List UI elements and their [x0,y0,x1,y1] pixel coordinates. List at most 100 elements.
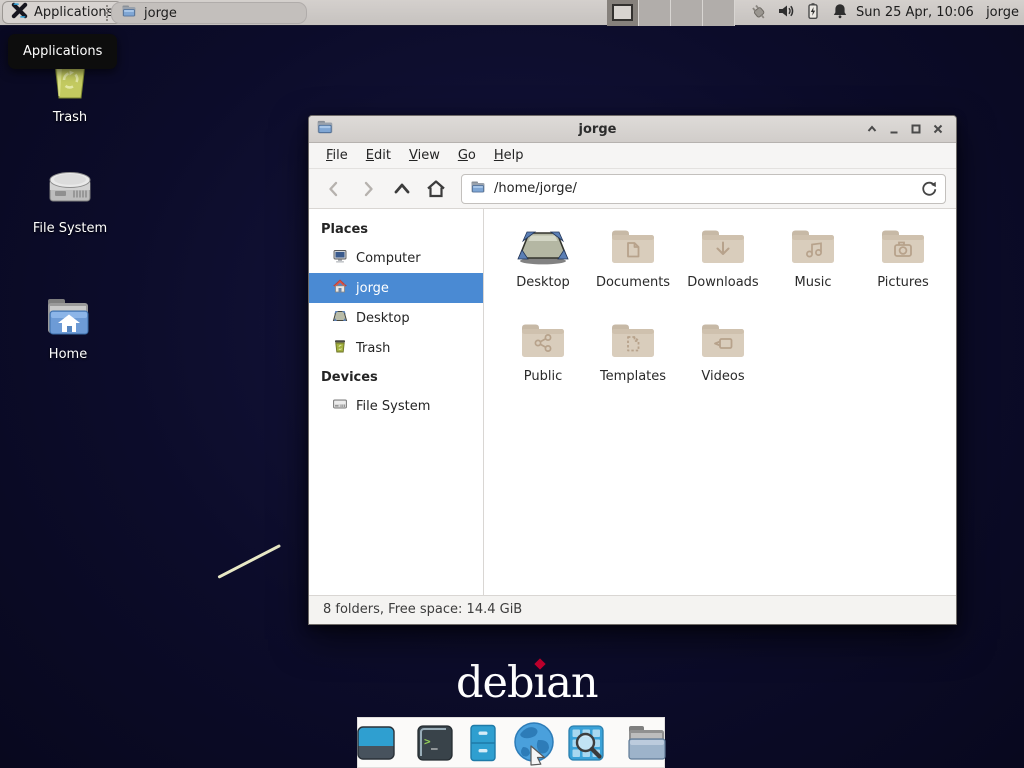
svg-text:>: > [424,735,431,748]
network-icon[interactable] [748,1,768,25]
sidebar: Places Computer [309,209,484,595]
menu-file[interactable]: File [317,144,357,167]
folder-tile-downloads[interactable]: Downloads [678,225,768,319]
pictures-folder-icon [879,225,927,271]
folder-tile-documents[interactable]: Documents [588,225,678,319]
minimize-button[interactable] [883,119,905,139]
menubar: File Edit View Go Help [309,143,956,169]
applications-tooltip: Applications [8,34,117,69]
desktop-line-artifact [217,544,280,578]
desktop-icon-home[interactable]: Home [16,296,120,362]
home-button[interactable] [421,175,451,203]
web-browser-icon[interactable] [511,720,557,766]
sidebar-item-label: jorge [356,281,389,296]
sidebar-item-trash[interactable]: Trash [309,333,483,363]
folder-label: Documents [588,275,678,290]
menu-view[interactable]: View [400,144,449,167]
reload-button[interactable] [920,180,937,197]
sidebar-item-filesystem[interactable]: File System [309,391,483,421]
trash-icon [332,338,348,358]
public-folder-icon [519,319,567,365]
statusbar: 8 folders, Free space: 14.4 GiB [309,595,956,624]
forward-button[interactable] [353,175,383,203]
workspace-4[interactable] [703,0,735,26]
music-folder-icon [789,225,837,271]
volume-icon[interactable] [777,2,795,24]
workspace-2[interactable] [639,0,671,26]
maximize-button[interactable] [905,119,927,139]
menu-help[interactable]: Help [485,144,533,167]
window-titlebar[interactable]: jorge [309,116,956,143]
taskbar-window-label: jorge [144,6,177,21]
close-button[interactable] [927,119,949,139]
panel-username[interactable]: jorge [986,0,1019,26]
location-path[interactable]: /home/jorge/ [494,181,577,196]
battery-icon[interactable] [804,2,822,24]
folder-tile-music[interactable]: Music [768,225,858,319]
folder-label: Music [768,275,858,290]
menu-edit[interactable]: Edit [357,144,400,167]
show-desktop-icon[interactable] [355,724,397,762]
folder-tile-desktop[interactable]: Desktop [498,225,588,319]
folder-label: Desktop [498,275,588,290]
window-folder-icon [316,118,334,140]
top-panel: Applications jorge [0,0,1024,26]
location-bar[interactable]: /home/jorge/ [461,174,946,204]
drive-icon [44,199,96,218]
sidebar-item-jorge[interactable]: jorge [309,273,483,303]
folder-label: Templates [588,369,678,384]
folder-view: Desktop Documents [484,209,956,595]
desktop-icon-label: File System [18,221,122,236]
dock: > _ [357,717,665,768]
sidebar-item-desktop[interactable]: Desktop [309,303,483,333]
sidebar-item-computer[interactable]: Computer [309,243,483,273]
file-manager-icon[interactable] [624,723,668,763]
videos-folder-icon [699,319,747,365]
back-button[interactable] [319,175,349,203]
applications-menu-button[interactable]: Applications [2,1,122,24]
panel-clock[interactable]: Sun 25 Apr, 10:06 [856,0,974,26]
desktop-icon [332,308,348,328]
menu-go[interactable]: Go [449,144,485,167]
app-finder-icon[interactable] [566,723,606,763]
trash-icon [44,88,96,107]
folder-tile-public[interactable]: Public [498,319,588,413]
folder-label: Downloads [678,275,768,290]
shade-button[interactable] [861,119,883,139]
folder-label: Pictures [858,275,948,290]
notifications-icon[interactable] [831,2,849,24]
sidebar-places-header: Places [309,215,483,243]
templates-folder-icon [609,319,657,365]
pathbar-folder-icon [470,179,486,199]
workspace-3[interactable] [671,0,703,26]
debian-wordmark: debıan [456,658,598,708]
file-cabinet-icon[interactable] [464,723,502,763]
workspace-1[interactable] [607,0,639,26]
folder-tile-templates[interactable]: Templates [588,319,678,413]
home-icon [332,278,348,298]
workspace-window-thumb [612,4,633,21]
workspace-switcher[interactable] [607,0,735,26]
drive-icon [332,396,348,416]
sidebar-item-label: Computer [356,251,421,266]
sidebar-devices-header: Devices [309,363,483,391]
computer-icon [332,248,348,268]
svg-text:_: _ [431,737,438,750]
folder-label: Public [498,369,588,384]
terminal-icon[interactable]: > _ [415,723,455,763]
up-button[interactable] [387,175,417,203]
system-tray [748,0,849,26]
desktop-background: Applications jorge [0,0,1024,768]
desktop-icon [514,225,572,271]
folder-label: Videos [678,369,768,384]
panel-grip-handle[interactable] [106,5,109,21]
taskbar-window-button[interactable]: jorge [111,2,307,24]
window-body: Places Computer [309,209,956,595]
folder-tile-videos[interactable]: Videos [678,319,768,413]
desktop-icon-label: Home [16,347,120,362]
folder-tile-pictures[interactable]: Pictures [858,225,948,319]
sidebar-item-label: File System [356,399,430,414]
xorg-logo-icon [11,2,28,23]
home-folder-icon [43,325,93,344]
desktop-icon-filesystem[interactable]: File System [18,166,122,236]
